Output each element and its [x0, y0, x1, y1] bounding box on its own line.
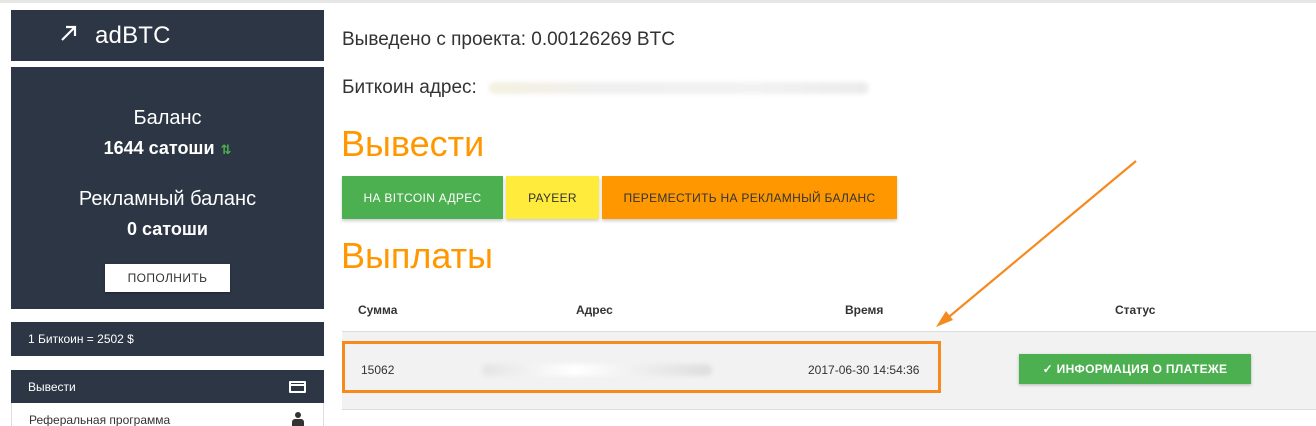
sidebar-item-label: Вывести — [28, 379, 76, 394]
bitcoin-address-redacted — [488, 82, 869, 94]
bitcoin-address-row: Биткоин адрес: — [342, 77, 869, 99]
annotation-highlight-box — [342, 341, 941, 393]
btc-rate: 1 Биткоин = 2502 $ — [11, 322, 324, 356]
balance-value: 1644 сатоши — [103, 138, 215, 158]
ad-balance-label: Рекламный баланс — [78, 188, 257, 210]
topup-button[interactable]: ПОПОЛНИТЬ — [105, 264, 230, 292]
trending-arrow-icon — [59, 23, 81, 49]
ad-balance-value: 0 сатоши — [127, 219, 208, 239]
credit-card-icon — [289, 380, 306, 393]
bitcoin-address-label: Биткоин адрес: — [342, 77, 477, 98]
column-header-status: Статус — [1115, 303, 1156, 317]
balance-value-row: 1644 сатоши ⇅ — [11, 138, 324, 159]
withdraw-payeer-button[interactable]: PAYEER — [506, 176, 599, 219]
payouts-table-header: Сумма Адрес Время Статус — [342, 290, 1316, 332]
sidebar-item-referral[interactable]: Реферальная программа — [11, 403, 324, 426]
sidebar-item-withdraw[interactable]: Вывести — [11, 370, 324, 403]
withdrawn-total: Выведено с проекта: 0.00126269 BTC — [342, 29, 675, 50]
check-icon: ✓ — [1042, 362, 1053, 376]
payment-info-button[interactable]: ✓ ИНФОРМАЦИЯ О ПЛАТЕЖЕ — [1019, 354, 1251, 384]
payment-info-label: ИНФОРМАЦИЯ О ПЛАТЕЖЕ — [1056, 362, 1228, 376]
balance-card: Баланс 1644 сатоши ⇅ Рекламный баланс 0 с… — [11, 67, 324, 309]
column-header-time: Время — [845, 303, 884, 317]
sidebar-item-label: Реферальная программа — [29, 412, 171, 426]
payouts-heading: Выплаты — [341, 235, 493, 276]
sidebar-menu: Вывести Реферальная программа — [11, 370, 324, 426]
column-header-address: Адрес — [576, 303, 613, 317]
brand-header[interactable]: adBTC — [11, 10, 324, 61]
people-icon — [291, 411, 305, 426]
top-border — [0, 0, 1316, 3]
move-to-ad-balance-button[interactable]: ПЕРЕМЕСТИТЬ НА РЕКЛАМНЫЙ БАЛАНС — [602, 176, 897, 219]
btc-rate-text: 1 Биткоин = 2502 $ — [28, 332, 134, 346]
column-header-amount: Сумма — [358, 303, 398, 317]
withdraw-heading: Вывести — [341, 123, 485, 164]
balance-label: Баланс — [133, 107, 202, 129]
sync-icon[interactable]: ⇅ — [221, 142, 232, 157]
withdraw-bitcoin-button[interactable]: НА BITCOIN АДРЕС — [342, 176, 503, 219]
brand-name: adBTC — [95, 21, 171, 49]
